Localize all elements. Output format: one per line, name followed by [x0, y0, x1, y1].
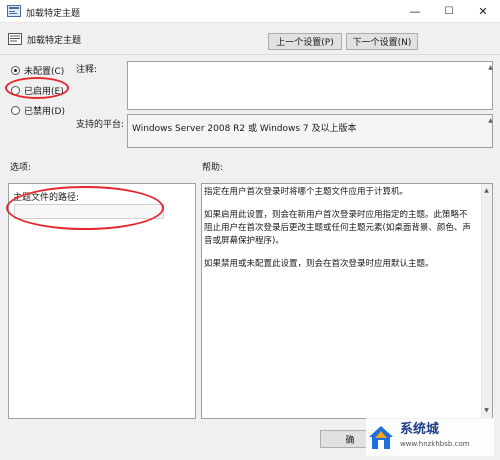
- scroll-up-arrow-icon[interactable]: ▲: [485, 115, 496, 126]
- scroll-up-arrow-icon[interactable]: ▲: [485, 62, 496, 73]
- previous-setting-button[interactable]: 上一个设置(P): [268, 33, 342, 50]
- minimize-button[interactable]: —: [398, 0, 432, 22]
- next-setting-button[interactable]: 下一个设置(N): [346, 33, 418, 50]
- red-annotation-circle: [5, 77, 69, 99]
- scroll-down-arrow-icon[interactable]: ▼: [481, 405, 492, 416]
- close-button[interactable]: ✕: [466, 0, 500, 22]
- watermark-url: www.hnzkhbsb.com: [400, 440, 470, 448]
- comment-textarea[interactable]: [127, 61, 493, 110]
- help-paragraph: 如果启用此设置，则会在新用户首次登录时应用指定的主题。此策略不阻止用户在首次登录…: [204, 210, 471, 246]
- header-divider: [0, 54, 500, 55]
- help-paragraph: 如果禁用或未配置此设置，则会在首次登录时应用默认主题。: [204, 259, 434, 269]
- background-window-strip: [0, 128, 4, 308]
- radio-dot[interactable]: [11, 66, 20, 75]
- watermark-site: 系统城: [400, 422, 440, 437]
- radio-disabled[interactable]: 已禁用(D): [11, 104, 65, 117]
- radio-label: 未配置(C): [24, 67, 65, 77]
- options-section-label: 选项:: [10, 163, 32, 173]
- scroll-up-arrow-icon[interactable]: ▲: [481, 185, 492, 196]
- help-text: 指定在用户首次登录时将哪个主题文件应用于计算机。 如果启用此设置，则会在新用户首…: [204, 186, 474, 281]
- help-paragraph: 指定在用户首次登录时将哪个主题文件应用于计算机。: [204, 187, 409, 197]
- red-annotation-ellipse: [6, 186, 164, 230]
- platform-label: 支持的平台:: [76, 120, 125, 130]
- policy-setting-icon: [8, 33, 22, 45]
- radio-not-configured[interactable]: 未配置(C): [11, 64, 64, 77]
- window-title: 加载特定主题: [26, 9, 81, 19]
- help-scrollbar[interactable]: [481, 184, 492, 418]
- watermark: 系统城 www.hnzkhbsb.com: [366, 418, 494, 456]
- radio-label: 已禁用(D): [24, 107, 65, 117]
- radio-dot[interactable]: [11, 106, 20, 115]
- setting-title: 加载特定主题: [27, 36, 82, 46]
- policy-app-icon: [7, 5, 21, 17]
- maximize-button[interactable]: ☐: [432, 0, 466, 22]
- house-logo-icon: [369, 426, 393, 449]
- comment-label: 注释:: [76, 65, 98, 75]
- platform-value: Windows Server 2008 R2 或 Windows 7 及以上版本: [132, 124, 357, 134]
- help-section-label: 帮助:: [202, 163, 224, 173]
- platform-box: Windows Server 2008 R2 或 Windows 7 及以上版本: [127, 114, 493, 148]
